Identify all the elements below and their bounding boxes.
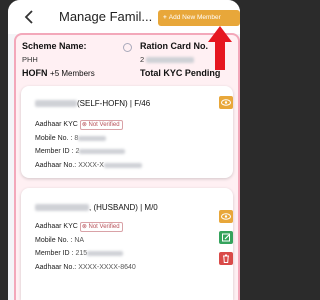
hofn-label: HOFN +5 Members [22, 68, 95, 78]
scheme-name-value: PHH [22, 55, 38, 64]
app-bar: Manage Famil... + Add New Member [8, 0, 240, 34]
radio-circle [123, 43, 132, 52]
mobile-row: Mobile No. : NA [35, 237, 85, 244]
mobile-row: Mobile No. : 8 [35, 135, 107, 142]
member-id-row: Member ID : 2 [35, 148, 126, 155]
x-circle-icon: ⊗ [81, 224, 87, 230]
member-id-row: Member ID : 215 [35, 250, 124, 257]
edit-pencil-icon[interactable] [219, 231, 233, 244]
aadhaar-number-row: Aadhaar No.: XXXX-X [35, 162, 142, 169]
member-name: , (HUSBAND) | M/0 [35, 203, 158, 212]
ration-card-value: 2 [140, 55, 195, 64]
member-name: (SELF-HOFN) | F/46 [35, 99, 150, 108]
plus-icon: + [163, 14, 167, 21]
x-circle-icon: ⊗ [81, 122, 87, 128]
not-verified-badge: ⊗ Not Verified [79, 222, 123, 232]
member-card: , (HUSBAND) | M/0 Aadhaar KYC ⊗ Not Verif… [21, 188, 233, 300]
aadhaar-kyc-row: Aadhaar KYC ⊗ Not Verified [35, 120, 123, 130]
view-eye-icon[interactable] [219, 210, 233, 223]
aadhaar-number-row: Aadhaar No.: XXXX-XXXX-8640 [35, 264, 136, 271]
back-chevron-icon[interactable] [22, 8, 36, 26]
aadhaar-kyc-row: Aadhaar KYC ⊗ Not Verified [35, 222, 123, 232]
scheme-name-label: Scheme Name: [22, 41, 87, 51]
add-new-member-label: Add New Member [168, 14, 221, 21]
app-screen: Manage Famil... + Add New Member Scheme N… [8, 0, 240, 300]
member-card: (SELF-HOFN) | F/46 Aadhaar KYC ⊗ Not Veri… [21, 86, 233, 178]
ration-card-label: Ration Card No. [140, 41, 209, 51]
delete-trash-icon[interactable] [219, 252, 233, 265]
page-title: Manage Famil... [59, 9, 153, 24]
view-eye-icon[interactable] [219, 96, 233, 109]
red-arrow-annotation [208, 26, 232, 70]
not-verified-badge: ⊗ Not Verified [79, 120, 123, 130]
